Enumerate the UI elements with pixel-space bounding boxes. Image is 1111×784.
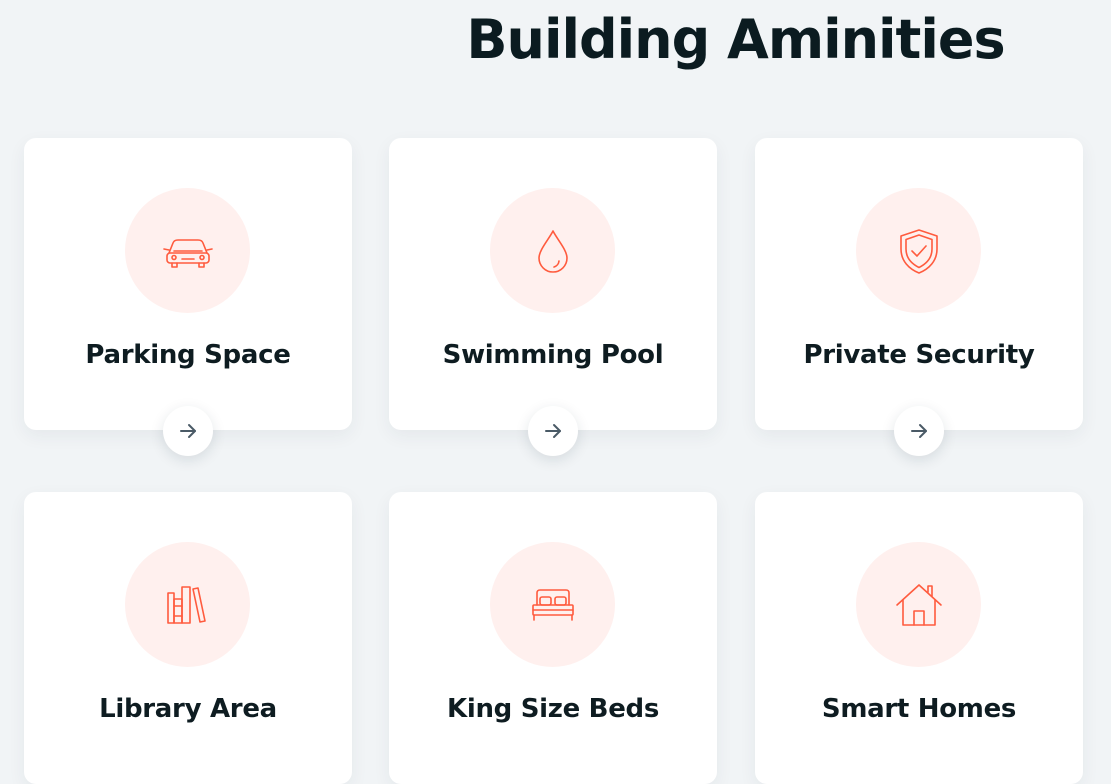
icon-circle bbox=[125, 188, 250, 313]
amenity-card-swimming-pool[interactable]: Swimming Pool bbox=[389, 138, 717, 456]
icon-circle bbox=[490, 188, 615, 313]
arrow-right-icon bbox=[911, 424, 927, 438]
amenity-title: Private Security bbox=[803, 340, 1035, 370]
amenity-title: King Size Beds bbox=[446, 694, 660, 724]
page-title: Building Aminities bbox=[466, 8, 1005, 71]
arrow-right-button[interactable] bbox=[528, 406, 578, 456]
icon-circle bbox=[125, 542, 250, 667]
arrow-right-button[interactable] bbox=[894, 406, 944, 456]
icon-circle bbox=[856, 188, 981, 313]
car-icon bbox=[162, 238, 213, 268]
arrow-right-button[interactable] bbox=[163, 406, 213, 456]
amenity-card-king-size-beds[interactable]: King Size Beds bbox=[389, 492, 717, 784]
amenity-title: Parking Space bbox=[85, 340, 291, 370]
amenity-card-library-area[interactable]: Library Area bbox=[24, 492, 352, 784]
amenity-title: Library Area bbox=[99, 694, 277, 724]
icon-circle bbox=[490, 542, 615, 667]
arrow-right-icon bbox=[180, 424, 196, 438]
amenity-title: Smart Homes bbox=[821, 694, 1017, 724]
amenity-title: Swimming Pool bbox=[442, 340, 664, 370]
arrow-right-icon bbox=[545, 424, 561, 438]
house-icon bbox=[895, 583, 942, 626]
bed-icon bbox=[531, 588, 574, 621]
amenity-card-private-security[interactable]: Private Security bbox=[755, 138, 1083, 456]
icon-circle bbox=[856, 542, 981, 667]
amenity-card-parking-space[interactable]: Parking Space bbox=[24, 138, 352, 456]
amenity-card-smart-homes[interactable]: Smart Homes bbox=[755, 492, 1083, 784]
books-icon bbox=[166, 585, 206, 624]
water-drop-icon bbox=[537, 229, 568, 273]
shield-check-icon bbox=[899, 228, 938, 274]
